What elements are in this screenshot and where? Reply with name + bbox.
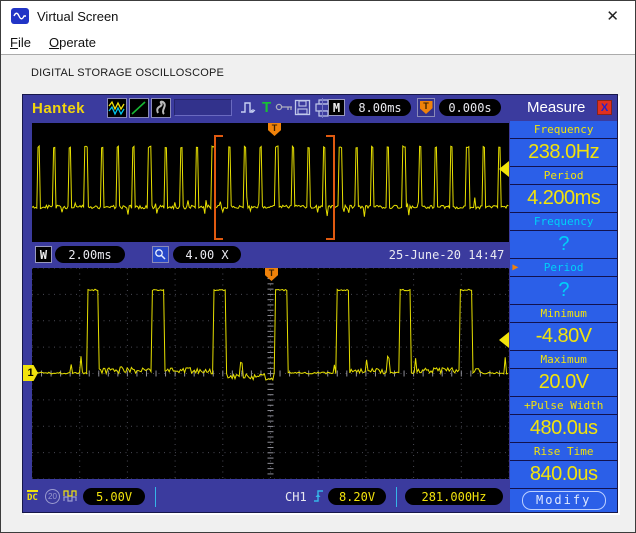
measure-item-label-text: Minimum bbox=[540, 306, 587, 320]
measure-item-value: 20.0V bbox=[510, 367, 617, 397]
trigger-position-marker[interactable]: T bbox=[268, 123, 281, 136]
measure-item-label[interactable]: Rise Time bbox=[510, 443, 617, 460]
page-title: DIGITAL STORAGE OSCILLOSCOPE bbox=[31, 67, 225, 79]
measure-item-value: 840.0us bbox=[510, 459, 617, 489]
measure-body: Frequency 238.0Hz Period 4.200ms Frequency? ▶… bbox=[510, 121, 617, 489]
measure-panel-title: Measure bbox=[527, 99, 586, 117]
window-timebase-value[interactable]: 2.00ms bbox=[55, 246, 125, 263]
pulse-mode-icon[interactable] bbox=[240, 99, 258, 122]
datetime-display: 25-June-20 14:47 bbox=[388, 248, 505, 262]
measure-panel: Measure X Frequency 238.0Hz Period 4.200ms F… bbox=[510, 95, 617, 512]
trigger-position-icon[interactable]: T bbox=[417, 98, 435, 117]
zoom-window-right-bracket[interactable] bbox=[326, 135, 335, 240]
channel-status-bar: DC 20 5.00V CH1 8.20V 281.000Hz bbox=[23, 479, 510, 514]
measure-item-label-text: Frequency bbox=[533, 214, 594, 228]
status-separator-2 bbox=[396, 487, 397, 507]
timebase-value[interactable]: 8.00ms bbox=[349, 99, 411, 116]
zoom-magnifier-icon[interactable] bbox=[152, 246, 169, 263]
key-lock-icon[interactable] bbox=[275, 99, 295, 120]
main-display: T bbox=[32, 268, 509, 479]
measure-item-label-text: Rise Time bbox=[533, 444, 594, 458]
rising-edge-icon[interactable] bbox=[313, 488, 325, 509]
cursor-line-icon[interactable] bbox=[129, 98, 149, 118]
zoom-window-left-bracket[interactable] bbox=[214, 135, 223, 240]
overview-waveform bbox=[32, 144, 509, 217]
window-timebase-icon[interactable]: W bbox=[35, 246, 52, 263]
measure-item-label-text: Period bbox=[543, 260, 584, 274]
measure-item-value: 238.0Hz bbox=[510, 137, 617, 167]
measure-item-value: ? bbox=[510, 229, 617, 259]
save-floppy-icon[interactable] bbox=[294, 99, 311, 121]
app-waveform-icon bbox=[11, 8, 29, 24]
scope-display-region: Hantek T M 8.00ms T 0.000s T W 2.00ms 4.… bbox=[23, 95, 511, 514]
title-bar: Virtual Screen ✕ bbox=[1, 1, 635, 31]
menu-file[interactable]: File bbox=[10, 35, 31, 50]
pan-hand-icon[interactable] bbox=[151, 98, 171, 118]
measure-item-label[interactable]: Period bbox=[510, 167, 617, 184]
trigger-position-marker-main[interactable]: T bbox=[265, 268, 278, 281]
menu-operate[interactable]: Operate bbox=[49, 35, 96, 50]
trigger-level-value[interactable]: 8.20V bbox=[328, 488, 386, 505]
menu-bar: File Operate bbox=[1, 31, 635, 55]
content-area: DIGITAL STORAGE OSCILLOSCOPE Hantek T M … bbox=[1, 56, 635, 532]
modify-button[interactable]: Modify bbox=[521, 490, 606, 510]
measure-item-label-text: Frequency bbox=[533, 122, 594, 136]
waveform-display-icon[interactable] bbox=[107, 98, 127, 118]
measure-item-label-text: Period bbox=[543, 168, 584, 182]
measure-item-value: -4.80V bbox=[510, 321, 617, 351]
window-close-button[interactable]: ✕ bbox=[600, 7, 625, 25]
toolbar-blank-field[interactable] bbox=[174, 99, 232, 116]
selected-item-arrow: ▶ bbox=[512, 261, 519, 273]
oscilloscope-screen: Hantek T M 8.00ms T 0.000s T W 2.00ms 4.… bbox=[22, 94, 618, 513]
measure-item-label[interactable]: Maximum bbox=[510, 351, 617, 368]
trigger-time-value[interactable]: 0.000s bbox=[439, 99, 501, 116]
measure-item-label-text: +Pulse Width bbox=[523, 398, 604, 412]
measure-item-label[interactable]: ▶ Period bbox=[510, 259, 617, 276]
channel-label: CH1 bbox=[285, 490, 307, 504]
status-separator-1 bbox=[155, 487, 156, 507]
measure-item-label-text: Maximum bbox=[540, 352, 587, 366]
virtual-screen-window: Virtual Screen ✕ File Operate DIGITAL ST… bbox=[0, 0, 636, 533]
scope-toolbar: Hantek T M 8.00ms T 0.000s bbox=[23, 95, 510, 122]
modify-row: Modify bbox=[510, 489, 617, 512]
main-waveform bbox=[32, 268, 509, 479]
measure-item-value: 480.0us bbox=[510, 413, 617, 443]
bandwidth-limit-icon[interactable]: 20 bbox=[45, 489, 60, 504]
toolbar-separator bbox=[322, 98, 323, 118]
measure-panel-header: Measure X bbox=[510, 95, 617, 121]
zoom-factor-value[interactable]: 4.00 X bbox=[173, 246, 241, 263]
measure-item-label[interactable]: Frequency bbox=[510, 213, 617, 230]
trigger-menu-icon[interactable]: T bbox=[262, 99, 271, 116]
measure-item-label[interactable]: +Pulse Width bbox=[510, 397, 617, 414]
measure-item-value: ? bbox=[510, 275, 617, 305]
overview-display: T bbox=[32, 123, 509, 242]
zoom-window-bar: W 2.00ms 4.00 X 25-June-20 14:47 bbox=[23, 242, 510, 268]
volts-per-div-value[interactable]: 5.00V bbox=[83, 488, 145, 505]
brand-logo: Hantek bbox=[32, 100, 86, 117]
main-timebase-icon[interactable]: M bbox=[328, 99, 345, 116]
window-title: Virtual Screen bbox=[37, 8, 119, 24]
dc-coupling-icon[interactable]: DC bbox=[27, 490, 38, 503]
measure-item-label[interactable]: Minimum bbox=[510, 305, 617, 322]
square-wave-icon[interactable] bbox=[63, 489, 79, 508]
measure-item-label[interactable]: Frequency bbox=[510, 121, 617, 138]
measure-panel-close-button[interactable]: X bbox=[597, 100, 612, 116]
trigger-frequency-value[interactable]: 281.000Hz bbox=[405, 488, 503, 505]
measure-item-value: 4.200ms bbox=[510, 183, 617, 213]
